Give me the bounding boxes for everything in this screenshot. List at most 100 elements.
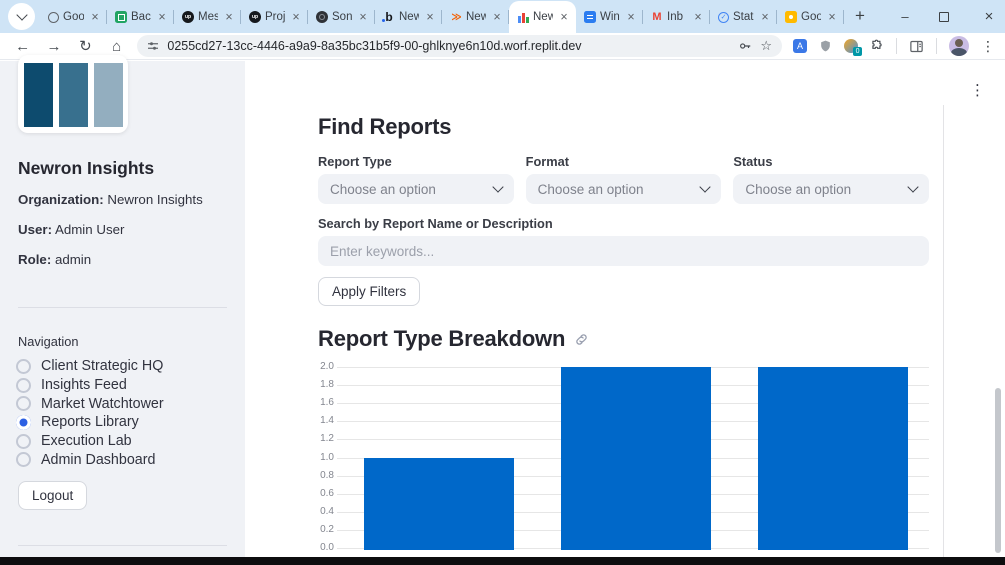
sidebar-item-client-strategic-hq[interactable]: Client Strategic HQ bbox=[16, 357, 164, 376]
restore-button[interactable] bbox=[939, 8, 955, 22]
chart-gridline bbox=[337, 548, 929, 549]
browser-tab-1[interactable]: Goo × bbox=[40, 1, 107, 33]
logo-bar-3 bbox=[93, 63, 123, 127]
format-select[interactable]: Choose an option bbox=[525, 174, 722, 204]
tab-title: Win bbox=[600, 11, 620, 23]
chart-gridline bbox=[337, 511, 929, 513]
toolbar-divider bbox=[935, 38, 937, 54]
passwords-key-icon[interactable] bbox=[738, 39, 752, 53]
tab-title: Goo bbox=[801, 11, 821, 23]
radio-icon[interactable] bbox=[16, 358, 31, 374]
circle-extension-icon[interactable]: 0 bbox=[843, 39, 862, 56]
nav-item-label: Admin Dashboard bbox=[41, 451, 156, 468]
y-axis-tick-label: 1.8 bbox=[320, 379, 334, 391]
search-input[interactable]: Enter keywords... bbox=[318, 236, 929, 266]
sidebar-divider bbox=[18, 307, 227, 308]
app-menu-icon[interactable]: ⋮ bbox=[970, 81, 985, 99]
role-label: Role: bbox=[18, 252, 52, 267]
sidebar-item-market-watchtower[interactable]: Market Watchtower bbox=[16, 394, 164, 413]
tab-title: Back bbox=[131, 11, 151, 23]
chevron-down-icon bbox=[15, 9, 28, 21]
gmail-favicon-icon bbox=[651, 11, 663, 23]
status-select[interactable]: Choose an option bbox=[733, 174, 930, 204]
browser-tab-6[interactable]: New × bbox=[375, 1, 442, 33]
shield-extension-icon[interactable] bbox=[819, 39, 832, 53]
tab-close-icon[interactable]: × bbox=[289, 10, 303, 24]
nav-item-label: Client Strategic HQ bbox=[41, 358, 164, 375]
chart-gridline bbox=[337, 385, 929, 387]
tab-title: Mes bbox=[198, 11, 218, 23]
replit-favicon-icon bbox=[450, 11, 462, 23]
tab-close-icon[interactable]: × bbox=[88, 10, 102, 24]
browser-tab-5[interactable]: Son × bbox=[308, 1, 375, 33]
tab-close-icon[interactable]: × bbox=[423, 10, 437, 24]
chart-section-title: Report Type Breakdown bbox=[318, 326, 566, 351]
tab-close-icon[interactable]: × bbox=[222, 10, 236, 24]
status-label: Status bbox=[733, 154, 773, 169]
address-bar[interactable]: 0255cd27-13cc-4446-a9a9-8a35bc31b5f9-00-… bbox=[137, 35, 782, 57]
browser-tab-11[interactable]: Stat × bbox=[710, 1, 777, 33]
browser-tab-12[interactable]: Goo × bbox=[777, 1, 844, 33]
chart-gridline bbox=[337, 421, 929, 423]
tab-list: Goo×Back×Mes×Proj×Son×New×New×New×Win×In… bbox=[40, 0, 844, 33]
extensions-row: A 0 ⋮ bbox=[792, 36, 1005, 56]
browser-tab-10[interactable]: Inb × bbox=[643, 1, 710, 33]
sidebar-item-admin-dashboard[interactable]: Admin Dashboard bbox=[16, 450, 164, 469]
chart-favicon-icon bbox=[517, 11, 529, 23]
back-button[interactable]: ← bbox=[14, 38, 31, 55]
sidebar-item-reports-library[interactable]: Reports Library bbox=[16, 413, 164, 432]
reload-button[interactable]: ↻ bbox=[77, 37, 94, 55]
apply-filters-button[interactable]: Apply Filters bbox=[318, 277, 421, 306]
forward-button[interactable]: → bbox=[45, 38, 62, 55]
bookmark-star-icon[interactable]: ☆ bbox=[760, 38, 772, 54]
home-button[interactable]: ⌂ bbox=[108, 38, 125, 55]
chevron-down-icon bbox=[492, 181, 504, 193]
radio-icon[interactable] bbox=[16, 377, 31, 393]
browser-tab-3[interactable]: Mes × bbox=[174, 1, 241, 33]
tab-close-icon[interactable]: × bbox=[825, 10, 839, 24]
sidebar-item-insights-feed[interactable]: Insights Feed bbox=[16, 376, 164, 395]
tab-close-icon[interactable]: × bbox=[691, 10, 705, 24]
tab-close-icon[interactable]: × bbox=[624, 10, 638, 24]
logout-button[interactable]: Logout bbox=[18, 481, 88, 510]
nav-item-label: Reports Library bbox=[41, 414, 139, 431]
new-tab-button[interactable]: + bbox=[848, 4, 872, 28]
browser-menu-icon[interactable]: ⋮ bbox=[981, 38, 995, 55]
extensions-puzzle-icon[interactable] bbox=[870, 39, 884, 53]
anchor-link-icon[interactable] bbox=[574, 332, 589, 347]
browser-tab-2[interactable]: Back × bbox=[107, 1, 174, 33]
sidebar-app-title: Newron Insights bbox=[18, 158, 155, 178]
tab-title: New bbox=[399, 11, 419, 23]
radio-icon[interactable] bbox=[16, 433, 31, 449]
tab-search-button[interactable] bbox=[8, 3, 35, 30]
side-panel-icon[interactable] bbox=[909, 39, 924, 54]
radio-selected-icon[interactable] bbox=[16, 414, 31, 430]
translate-extension-icon[interactable]: A bbox=[792, 39, 807, 53]
browser-tab-9[interactable]: Win × bbox=[576, 1, 643, 33]
browser-tab-8[interactable]: New × bbox=[509, 1, 576, 33]
sidebar-item-execution-lab[interactable]: Execution Lab bbox=[16, 432, 164, 451]
radio-icon[interactable] bbox=[16, 396, 31, 412]
page-scrollbar[interactable] bbox=[995, 388, 1001, 553]
profile-avatar[interactable] bbox=[948, 36, 969, 56]
tab-close-icon[interactable]: × bbox=[356, 10, 370, 24]
tab-close-icon[interactable]: × bbox=[155, 10, 169, 24]
y-axis-tick-label: 0.2 bbox=[320, 523, 334, 535]
radio-icon[interactable] bbox=[16, 452, 31, 468]
close-button[interactable]: × bbox=[981, 8, 997, 25]
tab-close-icon[interactable]: × bbox=[557, 10, 571, 24]
browser-toolbar: ← → ↻ ⌂ 0255cd27-13cc-4446-a9a9-8a35bc31… bbox=[0, 33, 1005, 60]
report-type-select[interactable]: Choose an option bbox=[318, 174, 514, 204]
browser-tab-4[interactable]: Proj × bbox=[241, 1, 308, 33]
sidebar: Newron Insights Organization: Newron Ins… bbox=[0, 55, 245, 565]
nav-item-label: Insights Feed bbox=[41, 377, 127, 394]
browser-tab-7[interactable]: New × bbox=[442, 1, 509, 33]
format-label: Format bbox=[525, 154, 570, 169]
user-line: User: Admin User bbox=[18, 222, 124, 237]
tab-close-icon[interactable]: × bbox=[758, 10, 772, 24]
tab-close-icon[interactable]: × bbox=[490, 10, 504, 24]
user-label: User: bbox=[18, 222, 52, 237]
minimize-button[interactable]: – bbox=[897, 9, 913, 24]
role-value: admin bbox=[51, 252, 92, 267]
site-settings-icon[interactable] bbox=[147, 40, 159, 52]
